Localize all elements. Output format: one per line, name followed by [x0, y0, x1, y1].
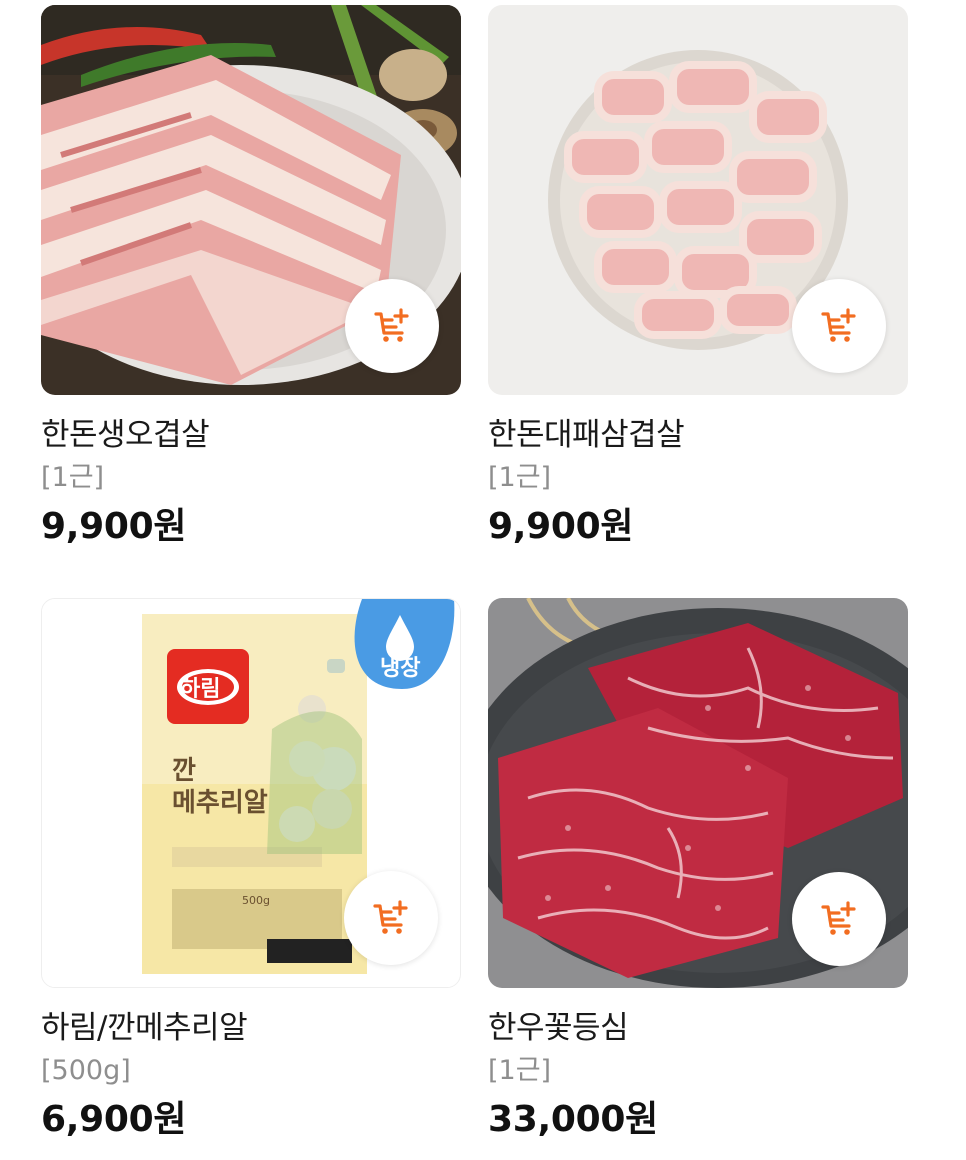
add-to-cart-icon	[373, 900, 408, 934]
product-price: 9,900원	[488, 506, 634, 547]
product-unit: [1근]	[488, 462, 552, 493]
package-weight-text: 500g	[242, 894, 270, 907]
product-card[interactable]: 한돈대패삼겹살 [1근] 9,900원	[488, 5, 908, 550]
add-to-cart-icon	[374, 308, 409, 342]
package-title-line2: 메추리알	[172, 788, 268, 818]
product-name[interactable]: 한우꽃등심	[488, 1008, 908, 1048]
product-image[interactable]	[488, 598, 908, 988]
product-price: 9,900원	[41, 506, 187, 547]
product-unit: [500g]	[41, 1055, 131, 1086]
add-to-cart-button[interactable]	[345, 279, 439, 373]
add-to-cart-icon	[821, 308, 856, 342]
add-to-cart-button[interactable]	[792, 279, 886, 373]
product-name[interactable]: 한돈생오겹살	[41, 415, 461, 455]
package-badge-text: 냉장	[380, 656, 420, 681]
product-card[interactable]: 한우꽃등심 [1근] 33,000원	[488, 598, 908, 1143]
product-unit: [1근]	[488, 1055, 552, 1086]
product-card[interactable]: 냉장 하림 깐 메추리알 500g 하림/깐메추리알 [500g] 6,900원	[41, 598, 461, 1143]
product-image[interactable]: 냉장 하림 깐 메추리알 500g	[41, 598, 461, 988]
product-image[interactable]	[41, 5, 461, 395]
product-price: 33,000원	[488, 1099, 658, 1140]
add-to-cart-button[interactable]	[344, 871, 438, 965]
product-name[interactable]: 하림/깐메추리알	[41, 1008, 461, 1048]
product-unit: [1근]	[41, 462, 105, 493]
package-brand-text: 하림	[180, 677, 220, 702]
add-to-cart-icon	[821, 901, 856, 935]
package-title-line1: 깐	[172, 756, 196, 786]
product-price: 6,900원	[41, 1099, 187, 1140]
add-to-cart-button[interactable]	[792, 872, 886, 966]
product-card[interactable]: 한돈생오겹살 [1근] 9,900원	[41, 5, 461, 550]
product-image[interactable]	[488, 5, 908, 395]
product-name[interactable]: 한돈대패삼겹살	[488, 415, 908, 455]
